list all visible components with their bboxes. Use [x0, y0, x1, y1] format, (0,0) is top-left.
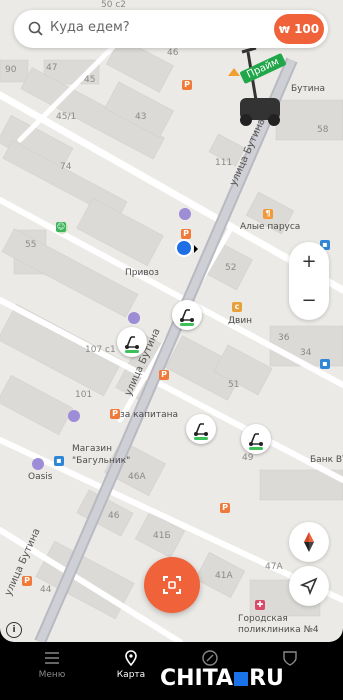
- house-number: 41Б: [153, 531, 171, 541]
- watermark-left: CHITA: [160, 666, 234, 691]
- sport-icon: ☺: [56, 222, 66, 232]
- nav-item-map[interactable]: Карта: [101, 650, 161, 680]
- zoom-controls: + −: [289, 242, 329, 320]
- parking-icon: P: [159, 370, 169, 380]
- nav-item-menu[interactable]: Меню: [22, 650, 82, 680]
- zoom-out-button[interactable]: −: [289, 281, 329, 320]
- qr-scan-icon: [163, 576, 181, 594]
- poi-label: Бутина: [291, 84, 325, 94]
- restaurant-icon: ¶: [263, 209, 273, 219]
- house-number: 52: [225, 263, 237, 273]
- shop-icon: [68, 410, 80, 422]
- house-number: 111: [215, 158, 233, 168]
- bus-stop-icon: ▪: [54, 456, 64, 466]
- house-number: 45/1: [56, 112, 77, 122]
- menu-icon: [45, 652, 59, 664]
- location-arrow-icon: [299, 577, 318, 596]
- house-number: 45: [84, 75, 96, 85]
- house-number: 47: [46, 63, 58, 73]
- poi-label: Oasis: [28, 472, 53, 482]
- balance-button[interactable]: ₩ 100: [274, 14, 324, 44]
- info-button[interactable]: i: [6, 622, 22, 638]
- watermark-right: RU: [249, 666, 284, 691]
- house-number: 36: [278, 333, 290, 343]
- nav-label: Меню: [38, 670, 66, 680]
- search-bar[interactable]: Куда едем? ₩ 100: [14, 10, 328, 48]
- clinic-icon: ✚: [255, 600, 265, 610]
- house-number: 50 с2: [101, 0, 126, 10]
- house-number: 46: [167, 48, 179, 58]
- house-number: 41А: [215, 571, 233, 581]
- house-number: 49: [242, 453, 254, 463]
- poi-label: Магазин "Багульник": [72, 444, 131, 466]
- scooter-marker[interactable]: [172, 300, 202, 330]
- zoom-in-button[interactable]: +: [289, 242, 329, 281]
- balance-value: 100: [294, 22, 320, 36]
- house-number: 47А: [265, 562, 283, 572]
- house-number: 90: [5, 65, 17, 75]
- shop-icon: [128, 312, 140, 324]
- shop-icon: [32, 458, 44, 470]
- percent-icon: [202, 650, 218, 666]
- poi-label: Алые паруса: [240, 222, 301, 232]
- map-pin-icon: [125, 650, 137, 666]
- shop-icon: [179, 208, 191, 220]
- house-number: 107 с1: [85, 345, 116, 355]
- scan-button[interactable]: [144, 557, 200, 613]
- house-number: 44: [40, 585, 52, 595]
- search-icon: [28, 21, 43, 36]
- house-number: 46А: [128, 472, 146, 482]
- my-location-button[interactable]: [289, 566, 329, 606]
- shield-icon: [283, 651, 297, 666]
- house-number: 55: [25, 240, 37, 250]
- compass-icon: [304, 532, 314, 552]
- wallet-icon: ₩: [278, 25, 290, 36]
- compass-button[interactable]: [289, 522, 329, 562]
- parking-icon: P: [220, 503, 230, 513]
- house-number: 46: [108, 511, 120, 521]
- parking-icon: P: [110, 409, 120, 419]
- poi-label: Банк ВТ: [310, 455, 343, 465]
- search-placeholder[interactable]: Куда едем?: [50, 20, 130, 35]
- parking-icon: P: [22, 576, 32, 586]
- watermark-square: [234, 672, 249, 686]
- house-number: 101: [75, 390, 93, 400]
- poi-label: Двин: [228, 316, 253, 326]
- map-view[interactable]: 50 с2 90 47 45 46 43 45/1 58 74 111 55 5…: [0, 0, 343, 642]
- parking-icon: P: [182, 80, 192, 90]
- cafe-icon: c: [232, 302, 242, 312]
- house-number: 51: [228, 380, 240, 390]
- house-number: 43: [135, 112, 147, 122]
- house-number: 74: [60, 162, 72, 172]
- scooter-marker[interactable]: [186, 414, 216, 444]
- house-number: 58: [317, 125, 329, 135]
- nav-label: Карта: [116, 670, 146, 680]
- poi-label: Привоз: [125, 268, 159, 278]
- scooter-marker[interactable]: [117, 327, 147, 357]
- bank-icon: ▪: [320, 359, 330, 369]
- parking-icon: P: [181, 229, 191, 239]
- scooter-marker[interactable]: [241, 424, 271, 454]
- poi-label: Городская поликлиника №4: [238, 614, 319, 635]
- house-number: 34: [300, 348, 312, 358]
- poi-label: за капитана: [120, 410, 179, 420]
- watermark-logo: CHITA RU: [160, 666, 284, 691]
